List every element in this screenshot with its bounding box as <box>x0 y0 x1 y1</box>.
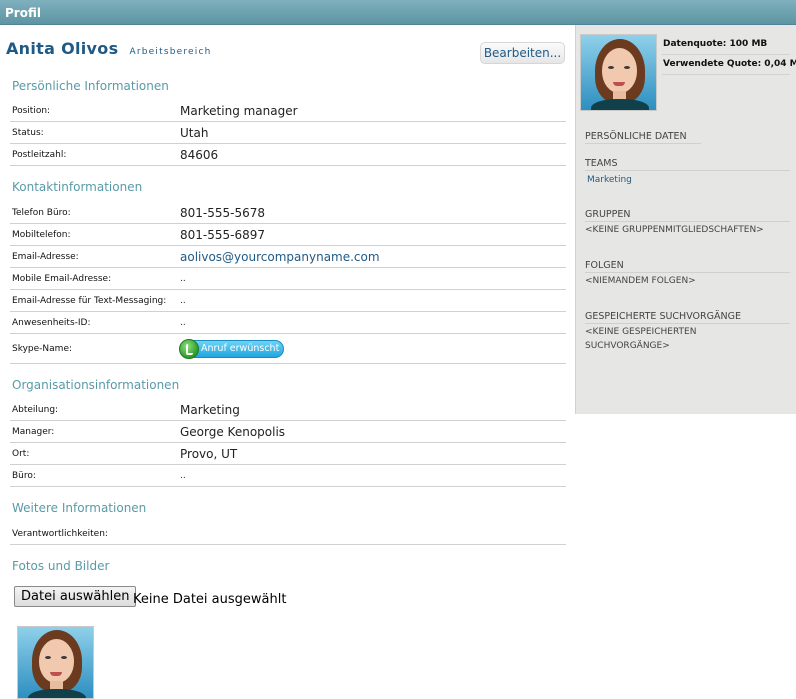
groups-empty-text: <KEINE GRUPPENMITGLIEDSCHAFTEN> <box>585 225 764 235</box>
info-value: Marketing <box>180 402 240 417</box>
info-row-location: Ort: Provo, UT <box>10 443 566 465</box>
info-row-zip: Postleitzahl: 84606 <box>10 144 566 166</box>
workspace-link[interactable]: Arbeitsbereich <box>129 47 211 57</box>
follow-heading: FOLGEN <box>585 260 790 273</box>
info-row-office: Büro: .. <box>10 465 566 487</box>
profile-name: Anita Olivos <box>6 39 119 58</box>
groups-heading: GRUPPEN <box>585 209 790 222</box>
info-value: 84606 <box>180 147 219 162</box>
window-title-bar: Profil <box>0 0 796 25</box>
info-row-mobile-phone: Mobiltelefon: 801-555-6897 <box>10 224 566 246</box>
info-row-skype: Skype-Name: Anruf erwünscht <box>10 334 566 364</box>
info-row-mobile-email: Mobile Email-Adresse: .. <box>10 268 566 290</box>
follow-empty-text: <NIEMANDEM FOLGEN> <box>585 276 696 286</box>
choose-file-button[interactable]: Datei auswählen <box>14 586 137 607</box>
saved-searches-empty-line2: SUCHVORGÄNGE> <box>585 341 670 351</box>
info-row-office-phone: Telefon Büro: 801-555-5678 <box>10 202 566 224</box>
section-title-personal: Persönliche Informationen <box>12 79 169 93</box>
info-label: Email-Adresse: <box>12 251 79 262</box>
info-label: Position: <box>12 105 51 116</box>
info-label: Mobiltelefon: <box>12 229 71 240</box>
team-link-marketing[interactable]: Marketing <box>587 173 632 187</box>
info-label: Manager: <box>12 426 55 437</box>
info-row-status: Status: Utah <box>10 122 566 144</box>
info-value: 801-555-5678 <box>180 205 266 220</box>
info-label: Büro: <box>12 470 36 481</box>
quota-divider <box>662 54 790 55</box>
info-row-presence-id: Anwesenheits-ID: .. <box>10 312 566 334</box>
saved-searches-heading: GESPEICHERTE SUCHVORGÄNGE <box>585 311 790 324</box>
info-row-manager: Manager: George Kenopolis <box>10 421 566 443</box>
info-label: Email-Adresse für Text-Messaging: <box>12 295 167 306</box>
info-label: Abteilung: <box>12 404 59 415</box>
section-title-photos: Fotos und Bilder <box>12 559 110 573</box>
file-status-text: Keine Datei ausgewählt <box>133 592 287 607</box>
info-label: Status: <box>12 127 44 138</box>
info-label: Skype-Name: <box>12 343 73 354</box>
quota-divider <box>662 74 790 75</box>
info-value: .. <box>180 470 186 481</box>
section-title-contact: Kontaktinformationen <box>12 180 143 194</box>
info-value: .. <box>180 273 186 284</box>
info-value: .. <box>180 295 186 306</box>
info-row-position: Position: Marketing manager <box>10 100 566 122</box>
used-quota: Verwendete Quote: 0,04 MB <box>663 59 796 69</box>
info-value: Utah <box>180 125 209 140</box>
info-label: Telefon Büro: <box>12 207 71 218</box>
saved-searches-empty-line1: <KEINE GESPEICHERTEN <box>585 327 697 337</box>
email-link[interactable]: aolivos@yourcompanyname.com <box>180 250 380 264</box>
window-title: Profil <box>5 6 41 20</box>
profile-sidebar: Datenquote: 100 MB Verwendete Quote: 0,0… <box>575 25 796 414</box>
profile-header: Anita Olivos Arbeitsbereich <box>6 39 212 58</box>
info-value: 801-555-6897 <box>180 227 266 242</box>
section-title-organization: Organisationsinformationen <box>12 378 180 392</box>
skype-phone-icon <box>179 338 199 359</box>
data-quota: Datenquote: 100 MB <box>663 39 768 49</box>
skype-call-label: Anruf erwünscht <box>201 342 280 354</box>
info-label: Ort: <box>12 448 30 459</box>
info-label: Anwesenheits-ID: <box>12 317 91 328</box>
info-value: Provo, UT <box>180 446 238 461</box>
info-row-email: Email-Adresse: aolivos@yourcompanyname.c… <box>10 246 566 268</box>
profile-main-panel: Anita Olivos Arbeitsbereich Bearbeiten..… <box>0 25 575 699</box>
info-label: Postleitzahl: <box>12 149 67 160</box>
info-row-sms-email: Email-Adresse für Text-Messaging: .. <box>10 290 566 312</box>
teams-heading: TEAMS <box>585 158 790 171</box>
info-label: Mobile Email-Adresse: <box>12 273 112 284</box>
section-title-more: Weitere Informationen <box>12 501 147 515</box>
info-value: George Kenopolis <box>180 424 286 439</box>
info-value: .. <box>180 317 186 328</box>
personal-data-heading[interactable]: PERSÖNLICHE DATEN <box>585 131 701 144</box>
info-value: Marketing manager <box>180 103 298 118</box>
info-row-department: Abteilung: Marketing <box>10 399 566 421</box>
info-row-responsibilities: Verantwortlichkeiten: <box>10 523 566 545</box>
profile-photo-thumbnail[interactable] <box>17 626 94 699</box>
info-label: Verantwortlichkeiten: <box>12 528 108 539</box>
sidebar-profile-photo <box>580 34 657 111</box>
skype-call-button[interactable]: Anruf erwünscht <box>179 338 284 359</box>
edit-button[interactable]: Bearbeiten... <box>480 42 565 64</box>
